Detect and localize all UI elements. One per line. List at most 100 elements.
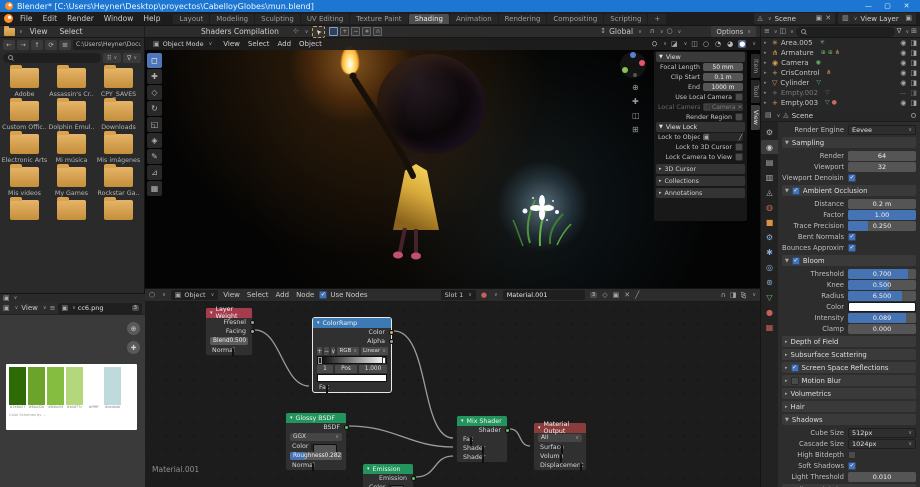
properties-tab-texture-icon[interactable]: ▦ [761,320,778,334]
ramp-stop-left[interactable] [318,357,322,364]
expand-icon[interactable]: ▸ [764,80,769,86]
new-view-layer-icon[interactable]: ▣ [905,15,912,22]
fresnel-output-socket[interactable] [250,320,255,325]
folder-item[interactable]: Custom Offic.. [1,98,48,131]
select-mode-3-icon[interactable]: ∗ [362,27,372,36]
panel-collections-header[interactable]: ▸ Collections [656,176,745,186]
folder-item[interactable] [48,197,95,223]
folder-item[interactable]: Downloads [95,98,142,131]
axis-x-icon[interactable] [639,60,645,66]
properties-editor-icon[interactable]: ▤ [765,112,772,119]
select-mode-4-icon[interactable]: ∩ [373,27,383,36]
workspace-tab-sculpting[interactable]: Sculpting [255,13,300,24]
folder-item[interactable]: CPY_SAVES [95,65,142,98]
lock-to-object-field[interactable]: ▣ ╱ [703,133,743,141]
properties-tab-material-icon[interactable]: ● [761,305,778,319]
node-emission[interactable]: ▾Emission Emission Color [362,463,416,487]
light-threshold-field[interactable]: 0.010 [848,471,916,482]
clip-start-field[interactable]: 0.1 m [703,73,743,81]
stop-color-swatch[interactable] [317,374,387,382]
pos-value-field[interactable]: 1.000 [359,365,387,373]
navigation-gizmo[interactable] [620,52,646,78]
workspace-tab-scripting[interactable]: Scripting [604,13,648,24]
node-glossy-bsdf[interactable]: ▾ Glossy BSDF BSDF GGX ∨ Color Roughness 0.… [285,412,349,472]
render-field[interactable]: 64 [848,150,916,161]
folder-item[interactable] [1,197,48,223]
workspace-tab-layout[interactable]: Layout [173,13,210,24]
workspace-tab-compositing[interactable]: Compositing [547,13,604,24]
measure-tool-icon[interactable]: ⊿ [147,165,162,180]
view-panel-header[interactable]: ▼ View [656,52,745,62]
properties-tab-object-icon[interactable]: ■ [761,215,778,229]
scene-selector[interactable]: ◬ ∨ Scene ▣ ✕ [753,13,836,24]
knee-slider[interactable]: 0.500 [848,279,916,290]
menu-help[interactable]: Help [138,14,165,23]
file-browser-view-menu[interactable]: View [25,27,53,36]
active-tool-icon[interactable]: ➤ [312,25,326,38]
cursor-tool-icon[interactable]: ✚ [147,69,162,84]
select-mode-0-icon[interactable] [329,27,339,36]
node-editor-type-icon[interactable]: ⬡ [149,291,155,299]
panel-ambient-occlusion-header[interactable]: ▼ ✓ Ambient Occlusion [782,185,916,196]
glossy-normal-socket[interactable] [311,463,314,472]
bent-normals-checkbox[interactable]: ✓ [848,232,856,241]
outliner-display-mode-icon[interactable]: ≡ [764,28,770,35]
axis-z-icon[interactable] [630,52,636,58]
facing-output-socket[interactable] [250,329,255,334]
panel-bloom-header[interactable]: ▼ ✓ Bloom [782,255,916,266]
color-output-socket[interactable] [389,330,394,335]
local-camera-field[interactable]: ◫ Camera ✕ [703,103,743,111]
orientation-dropdown[interactable]: Global [609,27,633,36]
properties-tab-data-icon[interactable]: ▽ [761,290,778,304]
properties-tab-view-layer-icon[interactable]: ▥ [761,170,778,184]
overlays-dropdown-icon[interactable]: ◪ [671,40,678,48]
ramp-options-button[interactable]: ∨ [331,347,336,355]
panel-volumetrics-header[interactable]: ▸ Volumetrics [782,388,916,399]
displacement-input-socket[interactable] [580,463,583,472]
lock-camera-view-checkbox[interactable] [735,153,743,161]
node-color-ramp[interactable]: ▾ ColorRamp Color Alpha + − ∨ RGB ∨ Linear… [312,317,394,394]
proportional-edit-icon[interactable]: ○ [667,28,673,35]
pin-icon[interactable] [911,113,916,118]
folder-item[interactable]: Mi música [48,131,95,164]
shader-editor[interactable]: ⬡ ∨ ▣ Object ∨ View Select Add Node ✓ Use Node… [145,288,760,487]
create-directory-button[interactable]: ⊞ [59,39,71,50]
shader-type-dropdown[interactable]: ▣ Object ∨ [170,290,219,300]
target-dropdown[interactable]: All ∨ [538,434,582,442]
ambient-occlusion-checkbox[interactable]: ✓ [791,186,800,195]
distribution-dropdown[interactable]: GGX ∨ [290,433,342,441]
workspace-tab--[interactable]: + [648,13,667,24]
filter-button[interactable]: ∇ ∨ [123,52,141,63]
radius-slider[interactable]: 6.500 [848,290,916,301]
hide-render-icon[interactable]: ◨ [910,89,917,97]
hide-render-icon[interactable]: ◨ [910,39,917,47]
clip-end-field[interactable]: 1000 m [703,83,743,91]
side-tab-item[interactable]: Item [751,54,760,79]
render-engine-dropdown[interactable]: Eevee ∨ [848,124,916,135]
unlink-material-icon[interactable]: ✕ [624,291,630,299]
hide-render-icon[interactable]: ◨ [910,69,917,77]
viewport-menu-object[interactable]: Object [299,40,322,48]
transform-tool-icon[interactable]: ◈ [147,133,162,148]
outliner-item-camera[interactable]: ▸ ◉ Camera ◉ ◉ ◨ [761,58,920,68]
workspace-tab-animation[interactable]: Animation [449,13,498,24]
unlink-scene-icon[interactable]: ✕ [825,15,831,22]
viewport-zoom-icon[interactable]: ⊕ [632,84,640,92]
shader-menu-add[interactable]: Add [276,291,290,299]
hide-viewport-icon[interactable]: ◉ [900,59,906,67]
menu-edit[interactable]: Edit [38,14,63,23]
outliner-funnel-icon[interactable]: ∇ [897,28,902,35]
outliner-item-empty-003[interactable]: ▸ + Empty.003 ▽ ● ◉ ◨ [761,98,920,108]
outliner-item-criscontrol[interactable]: ▸ + CrisControl ⋔ ◉ ◨ [761,68,920,78]
forward-button[interactable]: → [17,39,29,50]
bounces-approximation-checkbox[interactable]: ✓ [848,243,856,252]
image-selector[interactable]: ▣ ∨ cc6.png 3 [58,302,142,314]
shading-wireframe-icon[interactable]: ○ [702,40,710,48]
folder-item[interactable]: Electronic Arts [1,131,48,164]
viewport-camera-icon[interactable]: ◫ [632,112,640,120]
alpha-output-socket[interactable] [389,339,394,344]
up-button[interactable]: ↑ [31,39,43,50]
lock-3d-cursor-checkbox[interactable] [735,143,743,151]
normal-input-socket[interactable] [231,348,234,357]
workspace-tab-uv-editing[interactable]: UV Editing [300,13,350,24]
